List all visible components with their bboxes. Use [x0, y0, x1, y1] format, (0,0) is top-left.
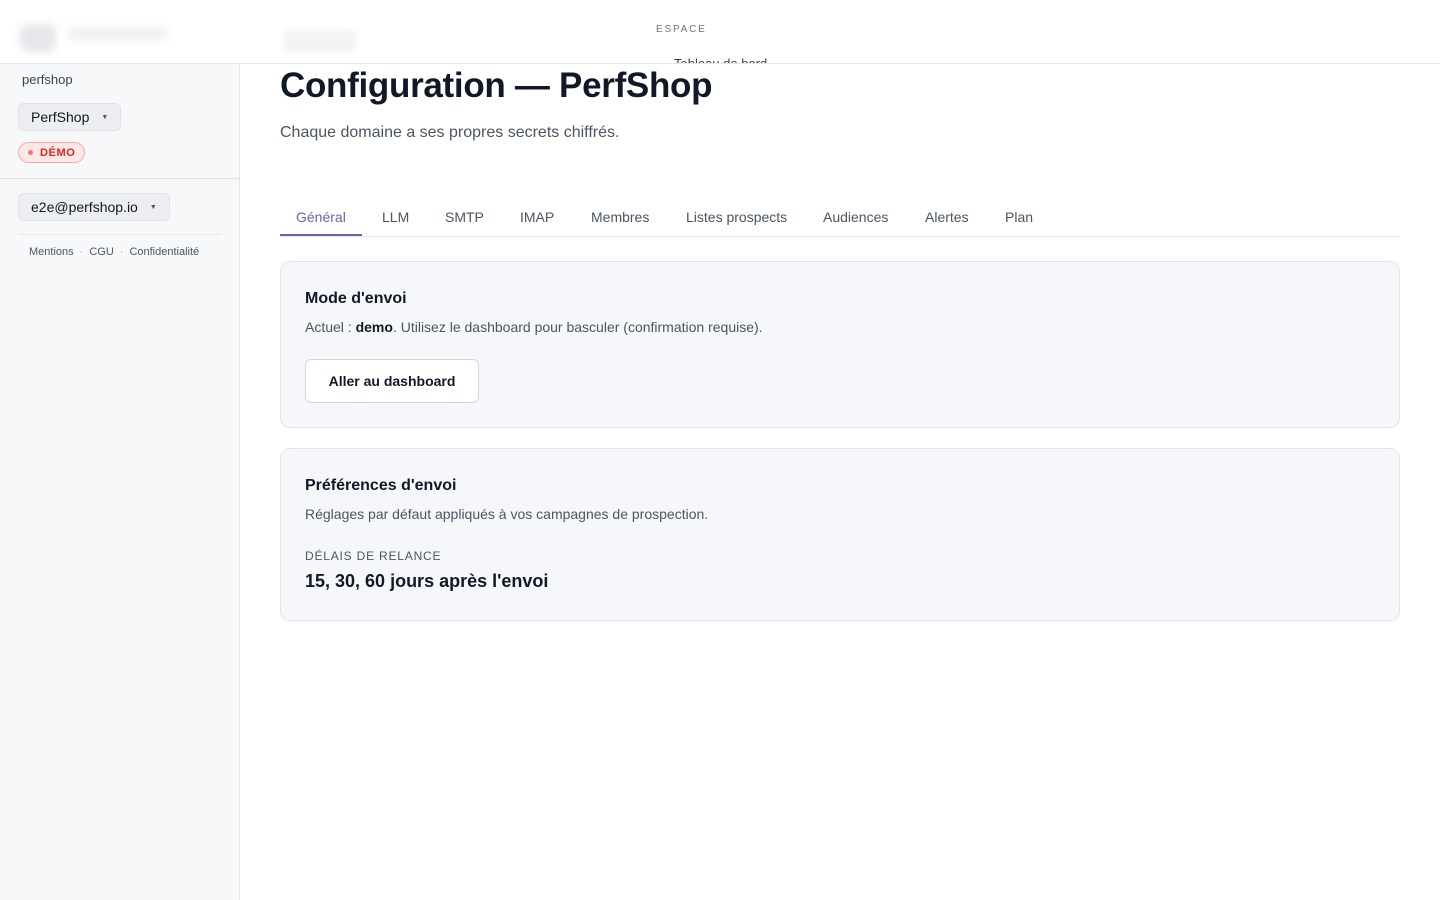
mode-badge: DÉMO — [18, 142, 86, 163]
settings-tabs: Général LLM SMTP IMAP Membres Listes pro… — [280, 198, 1400, 237]
sidebar: perfshop PerfShop ▼ DÉMO e2e@perfshop.io… — [0, 0, 240, 900]
divider — [18, 234, 221, 235]
workspace-slug: perfshop — [22, 72, 73, 87]
space-label: ESPACE — [656, 24, 707, 35]
space-sub-label[interactable]: Tableau de bord — [674, 56, 767, 63]
delays-label: DÉLAIS DE RELANCE — [305, 549, 442, 563]
separator: · — [119, 246, 124, 258]
domain-select[interactable]: PerfShop ▼ — [18, 103, 122, 131]
domain-select-label: PerfShop — [31, 109, 90, 125]
topbar: ESPACE Tableau de bord — [0, 0, 1440, 64]
tab-llm[interactable]: LLM — [382, 209, 409, 225]
separator: · — [79, 246, 84, 258]
caret-down-icon: ▼ — [149, 203, 157, 211]
divider — [0, 178, 239, 179]
go-to-dashboard-button[interactable]: Aller au dashboard — [305, 359, 479, 403]
link-cgu[interactable]: CGU — [89, 246, 113, 258]
card-title: Préférences d'envoi — [305, 477, 457, 494]
status-dot-icon — [28, 150, 33, 155]
tab-general[interactable]: Général — [296, 209, 346, 225]
page-subtitle: Chaque domaine a ses propres secrets chi… — [280, 124, 620, 141]
text-suffix: . Utilisez le dashboard pour basculer (c… — [392, 319, 763, 335]
send-mode-card: Mode d'envoi Actuel : demo. Utilisez le … — [280, 261, 1400, 428]
caret-down-icon: ▼ — [101, 113, 109, 121]
user-select-label: e2e@perfshop.io — [31, 199, 138, 215]
page-title: Configuration — PerfShop — [280, 66, 713, 105]
delays-value: 15, 30, 60 jours après l'envoi — [305, 571, 549, 591]
tab-membres[interactable]: Membres — [591, 209, 649, 225]
link-mentions[interactable]: Mentions — [29, 246, 74, 258]
send-preferences-card: Préférences d'envoi Réglages par défaut … — [280, 448, 1400, 621]
legal-links: Mentions · CGU · Confidentialité — [29, 246, 199, 258]
text-prefix: Actuel : — [305, 319, 356, 335]
tab-audiences[interactable]: Audiences — [823, 209, 888, 225]
nav-item-blurred[interactable] — [284, 30, 356, 52]
mode-badge-label: DÉMO — [40, 146, 76, 159]
tab-imap[interactable]: IMAP — [520, 209, 554, 225]
tab-listes-prospects[interactable]: Listes prospects — [686, 209, 787, 225]
tab-plan[interactable]: Plan — [1005, 209, 1033, 225]
tab-alertes[interactable]: Alertes — [925, 209, 969, 225]
tab-smtp[interactable]: SMTP — [445, 209, 484, 225]
app-logo[interactable] — [20, 18, 190, 58]
current-mode: demo — [355, 319, 393, 335]
active-tab-indicator — [280, 234, 362, 236]
send-mode-text: Actuel : demo. Utilisez le dashboard pou… — [305, 319, 763, 335]
preferences-description: Réglages par défaut appliqués à vos camp… — [305, 506, 709, 522]
card-title: Mode d'envoi — [305, 290, 407, 307]
user-select[interactable]: e2e@perfshop.io ▼ — [18, 193, 170, 221]
link-confidentialite[interactable]: Confidentialité — [129, 246, 199, 258]
